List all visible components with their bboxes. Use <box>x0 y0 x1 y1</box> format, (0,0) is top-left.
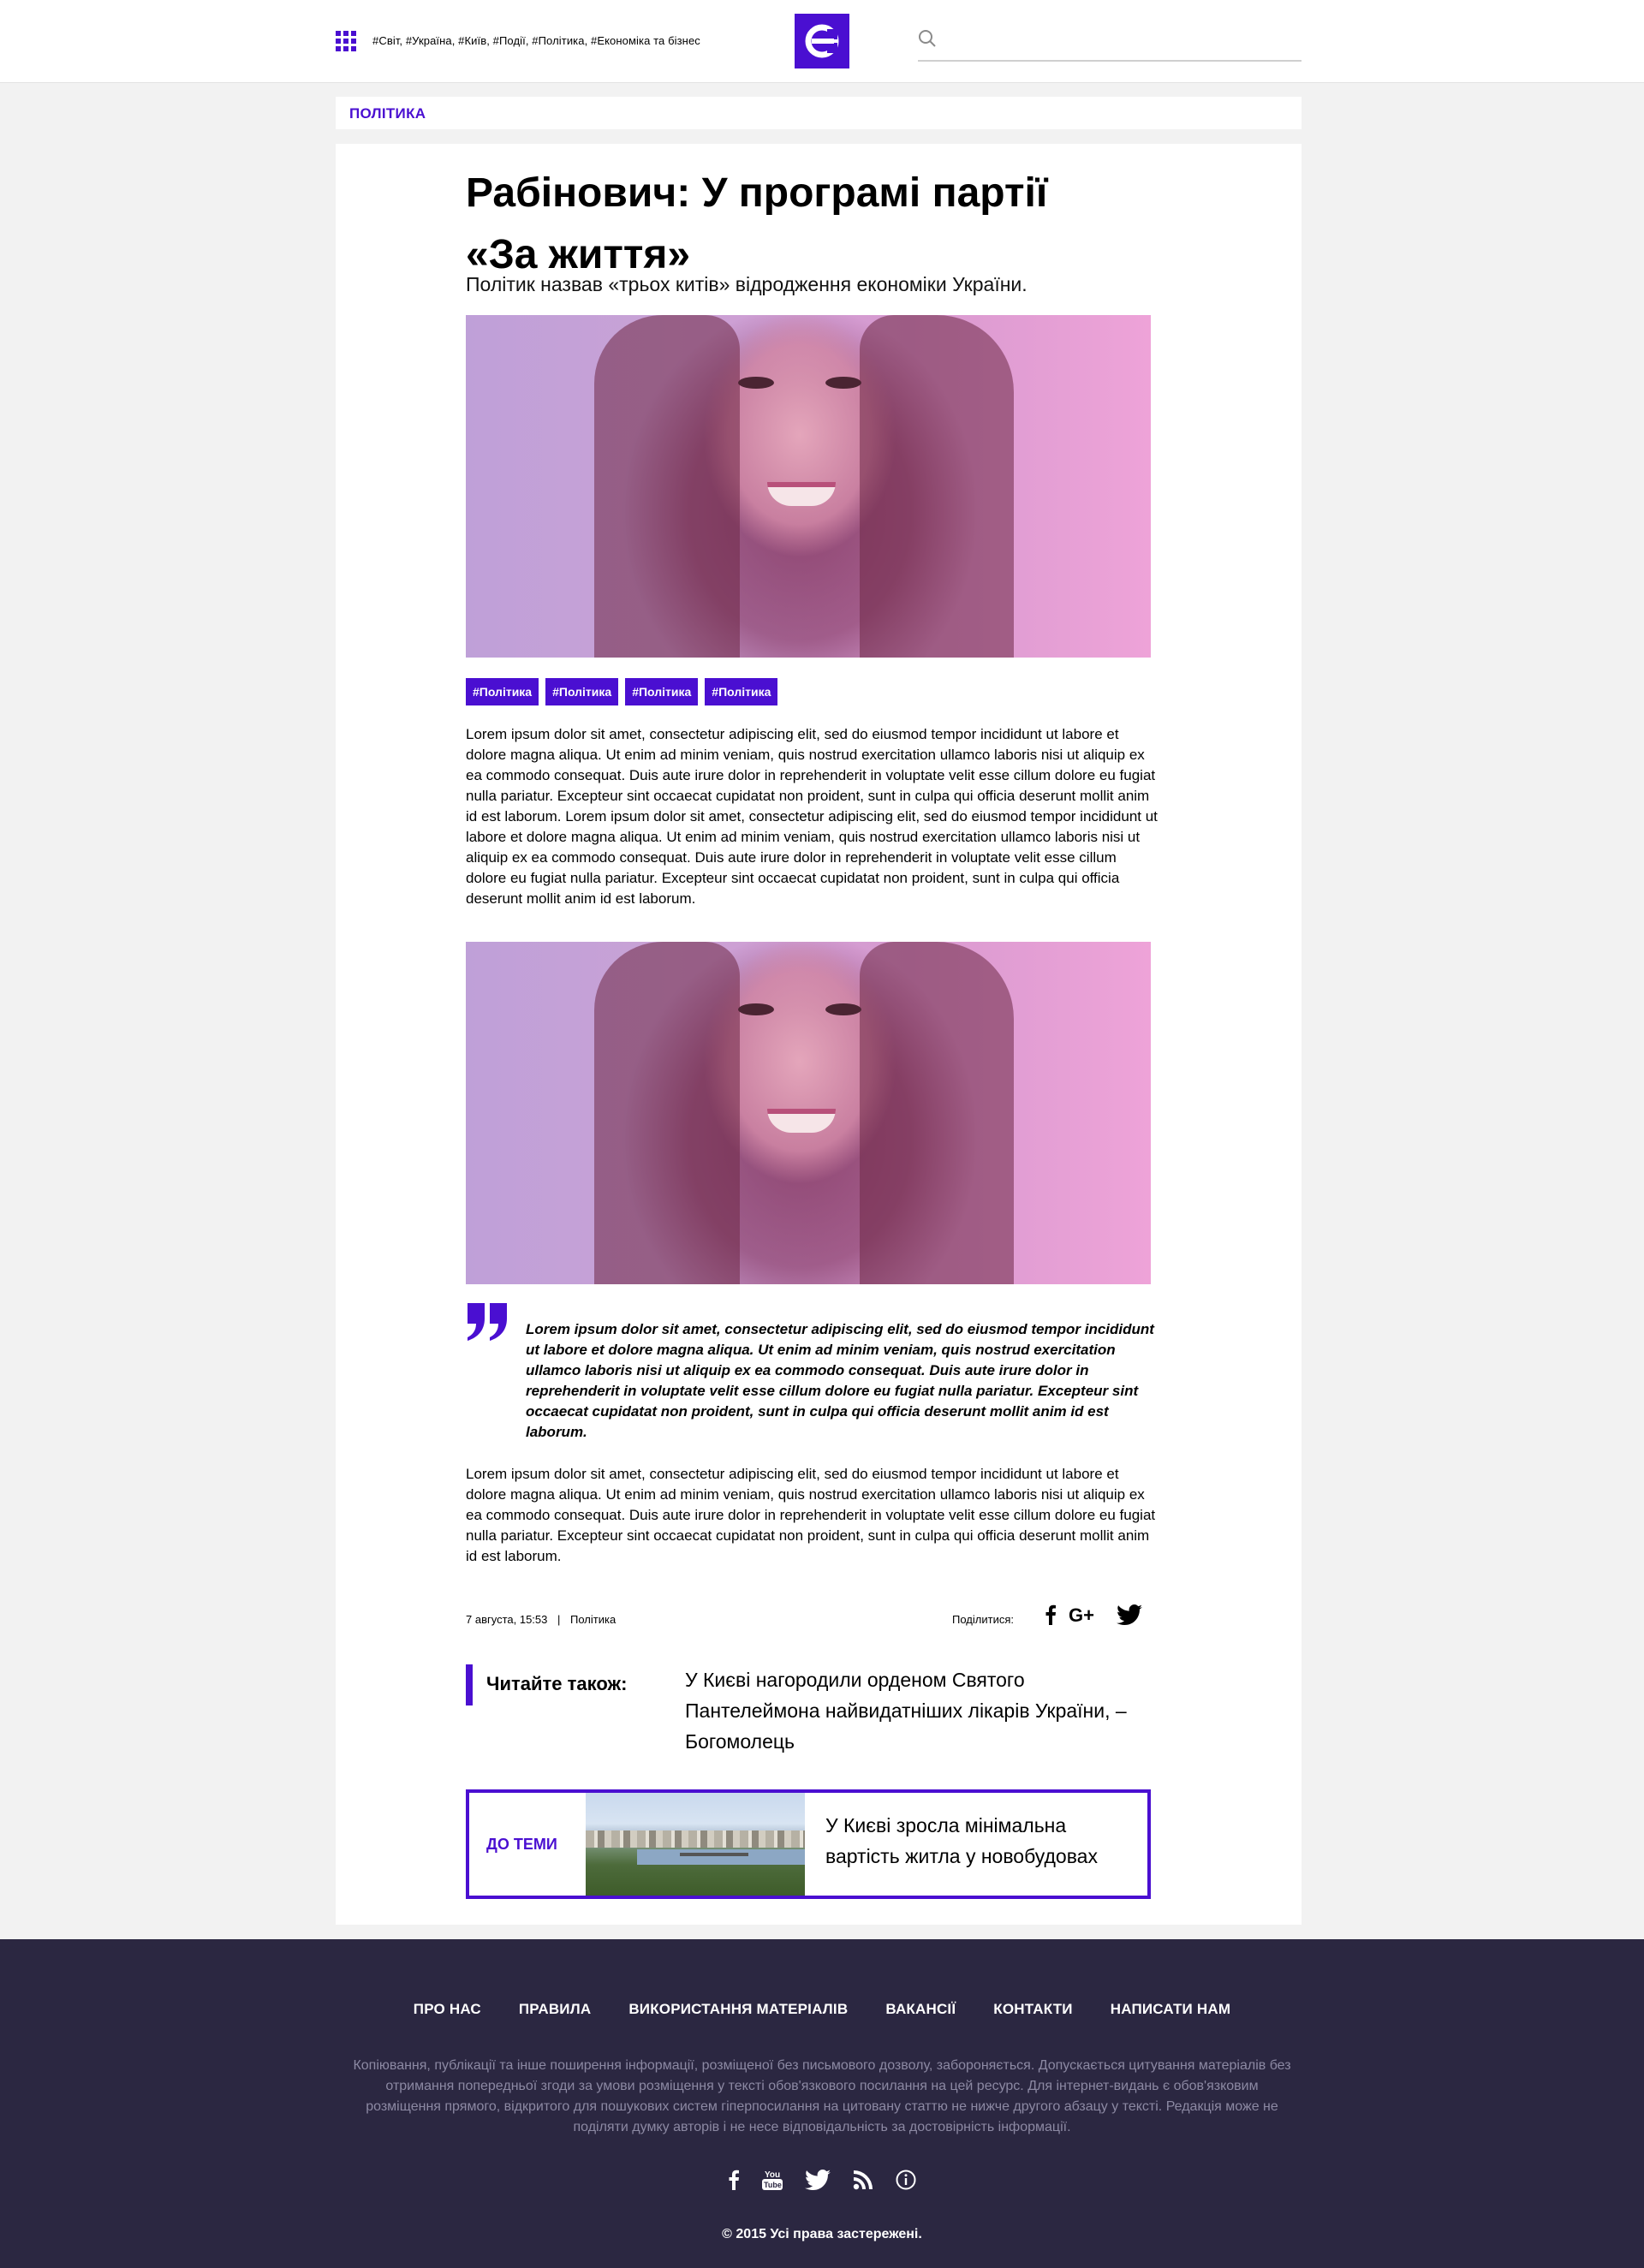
related-article-title[interactable]: У Києві зросла мінімальна вартість житла… <box>825 1810 1142 1872</box>
quote-mark-icon <box>468 1303 507 1341</box>
google-plus-icon[interactable]: G+ <box>1069 1604 1105 1629</box>
article-paragraph-1: Lorem ipsum dolor sit amet, consectetur … <box>466 726 1158 907</box>
article-quote: Lorem ipsum dolor sit amet, consectetur … <box>526 1321 1154 1440</box>
section-label[interactable]: ПОЛІТИКА <box>349 105 426 122</box>
footer-link-contacts[interactable]: КОНТАКТИ <box>993 2001 1072 2018</box>
search-box <box>918 21 1302 62</box>
article-photo-1 <box>466 315 1151 658</box>
article-tags: #Політика #Політика #Політика #Політика <box>466 678 778 705</box>
site-logo[interactable] <box>795 14 849 68</box>
related-article-card[interactable]: ДО ТЕМИ У Києві зросла мінімальна вартіс… <box>466 1789 1151 1899</box>
svg-text:G+: G+ <box>1069 1604 1094 1625</box>
search-input[interactable] <box>947 26 1290 53</box>
read-also-label: Читайте також: <box>486 1673 628 1694</box>
section-breadcrumb: ПОЛІТИКА <box>336 97 1302 129</box>
twitter-icon[interactable] <box>1116 1604 1142 1629</box>
logo-letter-icon <box>805 24 839 58</box>
svg-text:You: You <box>765 2170 780 2180</box>
svg-text:Tube: Tube <box>764 2181 782 2189</box>
menu-grid-icon[interactable] <box>336 31 356 51</box>
rss-icon[interactable] <box>853 2170 873 2194</box>
tag-link[interactable]: #Політика <box>705 678 778 705</box>
facebook-icon[interactable] <box>728 2169 740 2195</box>
footer-nav: ПРО НАС ПРАВИЛА ВИКОРИСТАННЯ МАТЕРІАЛІВ … <box>0 2001 1644 2018</box>
read-also-block: Читайте також: У Києві нагородили ордено… <box>466 1664 1158 1753</box>
site-header: #Світ, #Україна, #Київ, #Події, #Політик… <box>0 0 1644 83</box>
tag-link[interactable]: #Політика <box>545 678 619 705</box>
header-tag-links[interactable]: #Світ, #Україна, #Київ, #Події, #Політик… <box>372 34 700 47</box>
meta-separator: | <box>557 1613 561 1626</box>
info-icon[interactable] <box>896 2170 916 2194</box>
article-category-link[interactable]: Політика <box>570 1613 616 1626</box>
footer-copyright: © 2015 Усі права застережені. <box>722 2227 922 2241</box>
read-also-link[interactable]: У Києві нагородили орденом Святого Панте… <box>685 1664 1158 1757</box>
share-buttons: G+ <box>1045 1604 1142 1629</box>
article-card: Рабінович: У програмі партії «За життя» … <box>336 144 1302 1925</box>
footer-link-write-us[interactable]: НАПИСАТИ НАМ <box>1111 2001 1231 2018</box>
article-paragraph-2: Lorem ipsum dolor sit amet, consectetur … <box>466 1466 1156 1564</box>
footer-social-links: You Tube <box>0 2169 1644 2195</box>
tag-link[interactable]: #Політика <box>625 678 699 705</box>
related-article-image[interactable] <box>586 1793 805 1896</box>
footer-disclaimer: Копіювання, публікації та інше поширення… <box>353 2058 1291 2134</box>
article-subtitle: Політик назвав «трьох китів» відродження… <box>466 273 1028 295</box>
article-date: 7 августа, 15:53 <box>466 1613 548 1626</box>
site-footer: ПРО НАС ПРАВИЛА ВИКОРИСТАННЯ МАТЕРІАЛІВ … <box>0 1939 1644 2268</box>
read-also-accent-bar <box>466 1664 473 1705</box>
share-label: Поділитися: <box>952 1613 1014 1626</box>
search-icon[interactable] <box>918 29 937 48</box>
footer-link-vacancies[interactable]: ВАКАНСІЇ <box>885 2001 956 2018</box>
facebook-icon[interactable] <box>1045 1604 1057 1629</box>
tag-link[interactable]: #Політика <box>466 678 539 705</box>
article-photo-2 <box>466 942 1151 1284</box>
footer-link-materials-usage[interactable]: ВИКОРИСТАННЯ МАТЕРІАЛІВ <box>628 2001 848 2018</box>
twitter-icon[interactable] <box>804 2170 831 2194</box>
related-label: ДО ТЕМИ <box>486 1836 557 1853</box>
youtube-icon[interactable]: You Tube <box>762 2169 783 2195</box>
article-title: Рабінович: У програмі партії «За життя» <box>466 170 1048 277</box>
footer-link-rules[interactable]: ПРАВИЛА <box>519 2001 591 2018</box>
article-meta: 7 августа, 15:53 | Політика <box>466 1613 616 1626</box>
footer-link-about[interactable]: ПРО НАС <box>414 2001 481 2018</box>
